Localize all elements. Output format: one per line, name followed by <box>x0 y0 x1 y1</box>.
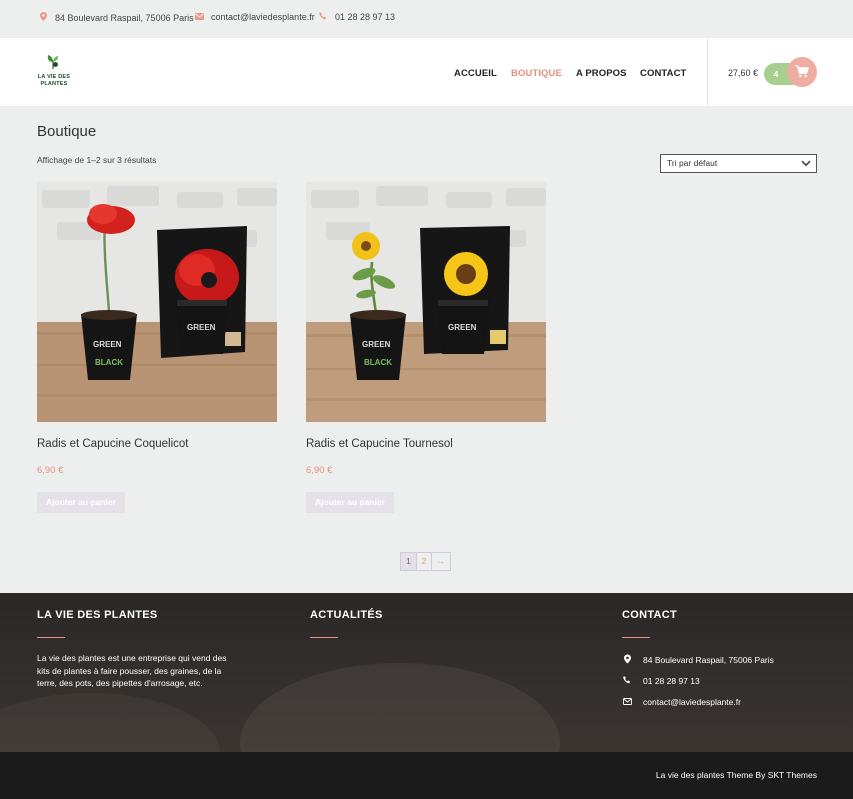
product-price: 6,90 € <box>37 465 64 476</box>
product-card: GREEN GREEN BLACK Radis et Capucine Coqu… <box>37 182 277 513</box>
footer-title-news: ACTUALITÉS <box>310 609 383 621</box>
result-count: Affichage de 1–2 sur 3 résultats <box>37 155 157 165</box>
envelope-icon <box>622 697 632 707</box>
map-marker-icon <box>38 12 48 23</box>
envelope-icon <box>194 12 204 22</box>
pagination-page-2[interactable]: 2 <box>416 552 432 571</box>
poppy-kit-photo: GREEN GREEN BLACK <box>37 182 277 422</box>
page-title: Boutique <box>37 123 97 140</box>
product-image[interactable]: GREEN GREEN BLACK <box>306 182 546 422</box>
site-header: LA VIE DES PLANTES ACCUEIL BOUTIQUE A PR… <box>0 38 853 106</box>
footer-contact-address: 84 Boulevard Raspail, 75006 Paris <box>622 654 774 666</box>
svg-text:GREEN: GREEN <box>187 323 216 332</box>
top-info-bar: 84 Boulevard Raspail, 75006 Paris contac… <box>0 0 853 38</box>
logo-sprout-icon <box>47 55 59 70</box>
site-logo[interactable]: LA VIE DES PLANTES <box>36 52 72 90</box>
footer-contact-email[interactable]: contact@laviedesplante.fr <box>622 697 741 707</box>
svg-text:GREEN: GREEN <box>93 340 122 349</box>
cart-total[interactable]: 27,60 € <box>728 68 758 78</box>
add-to-cart-button[interactable]: Ajouter au panier <box>37 492 125 513</box>
sort-selected-value: Tri par défaut <box>667 158 718 168</box>
nav-accueil[interactable]: ACCUEIL <box>454 68 497 79</box>
svg-text:BLACK: BLACK <box>95 358 123 367</box>
topbar-phone: 01 28 28 97 13 <box>318 12 395 22</box>
phone-icon <box>318 12 328 22</box>
topbar-address: 84 Boulevard Raspail, 75006 Paris <box>38 12 194 23</box>
chevron-down-icon <box>801 160 811 167</box>
product-price: 6,90 € <box>306 465 333 476</box>
footer-background-shape <box>240 663 560 752</box>
site-footer: LA VIE DES PLANTES La vie des plantes es… <box>0 593 853 752</box>
nav-boutique[interactable]: BOUTIQUE <box>511 68 562 79</box>
product-card: GREEN GREEN BLACK Radis et Capucine Tour… <box>306 182 546 513</box>
footer-title-contact: CONTACT <box>622 609 678 621</box>
product-name[interactable]: Radis et Capucine Coquelicot <box>37 438 189 450</box>
header-divider <box>707 38 708 106</box>
nav-contact[interactable]: CONTACT <box>640 68 686 79</box>
topbar-email[interactable]: contact@laviedesplante.fr <box>194 12 315 22</box>
footer-title-about: LA VIE DES PLANTES <box>37 609 158 621</box>
product-image[interactable]: GREEN GREEN BLACK <box>37 182 277 422</box>
svg-text:GREEN: GREEN <box>362 340 391 349</box>
footer-contact-phone: 01 28 28 97 13 <box>622 676 700 686</box>
map-marker-icon <box>622 654 632 666</box>
sort-select[interactable]: Tri par défaut <box>660 154 817 173</box>
sunflower-kit-photo: GREEN GREEN BLACK <box>306 182 546 422</box>
product-name[interactable]: Radis et Capucine Tournesol <box>306 438 453 450</box>
pagination: 1 2 → <box>400 552 451 571</box>
shopping-cart-icon <box>795 65 809 78</box>
cart-count: 4 <box>773 69 779 79</box>
footer-credit[interactable]: La vie des plantes Theme By SKT Themes <box>656 770 817 780</box>
pagination-next[interactable]: → <box>431 552 451 571</box>
footer-bottom-bar: La vie des plantes Theme By SKT Themes <box>0 752 853 799</box>
footer-about-text: La vie des plantes est une entreprise qu… <box>37 653 227 688</box>
svg-text:GREEN: GREEN <box>448 323 477 332</box>
cart-button[interactable] <box>787 57 817 87</box>
pagination-current-page: 1 <box>400 552 417 571</box>
add-to-cart-button[interactable]: Ajouter au panier <box>306 492 394 513</box>
footer-title-underline <box>310 637 338 638</box>
footer-title-underline <box>37 637 65 638</box>
nav-a-propos[interactable]: A PROPOS <box>576 68 627 79</box>
footer-title-underline <box>622 637 650 638</box>
footer-background-shape <box>0 693 220 752</box>
svg-text:BLACK: BLACK <box>364 358 392 367</box>
phone-icon <box>622 676 632 686</box>
